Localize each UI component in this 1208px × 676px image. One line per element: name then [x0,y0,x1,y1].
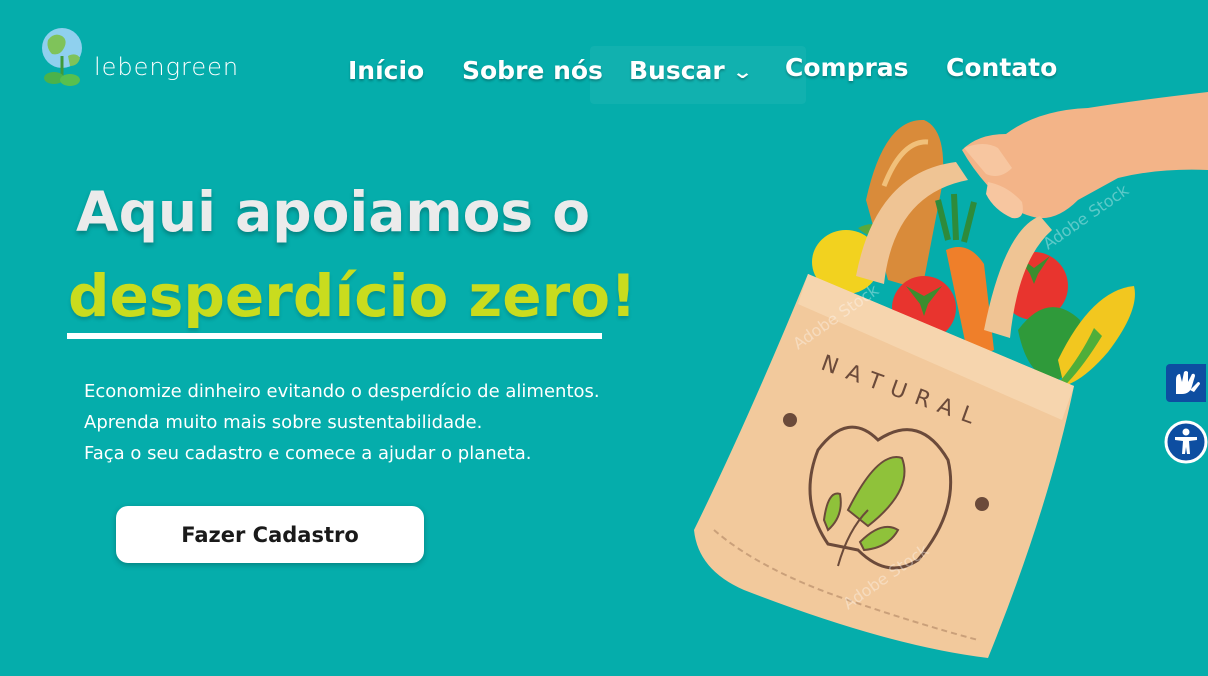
nav-contato[interactable]: Contato [946,53,1057,82]
nav-buscar-label: Buscar [629,56,725,85]
sign-language-icon [1176,371,1200,394]
nav-sobre-nos[interactable]: Sobre nós [462,56,603,85]
description-line: Faça o seu cadastro e comece a ajudar o … [84,443,532,464]
accessibility-button[interactable] [1164,420,1208,464]
grocery-bag-illustration: NATURAL Adobe Stock Adobe Stock Adobe St… [694,92,1208,658]
chevron-down-icon: ⌄ [731,61,753,83]
nav-inicio[interactable]: Início [348,56,424,85]
accessibility-icon [1164,420,1208,464]
sign-language-button[interactable] [1166,364,1206,402]
description-line: Economize dinheiro evitando o desperdíci… [84,381,600,402]
nav-compras[interactable]: Compras [785,53,909,82]
signup-button[interactable]: Fazer Cadastro [116,506,424,563]
hero-headline-line1: Aqui apoiamos o [76,180,591,244]
headline-underline [67,333,602,339]
description-line: Aprenda muito mais sobre sustentabilidad… [84,412,483,433]
nav-buscar[interactable]: Buscar ⌄ [629,56,753,85]
hero-headline-line2: desperdício zero! [68,262,637,330]
hero-description: Economize dinheiro evitando o desperdíci… [84,376,600,469]
